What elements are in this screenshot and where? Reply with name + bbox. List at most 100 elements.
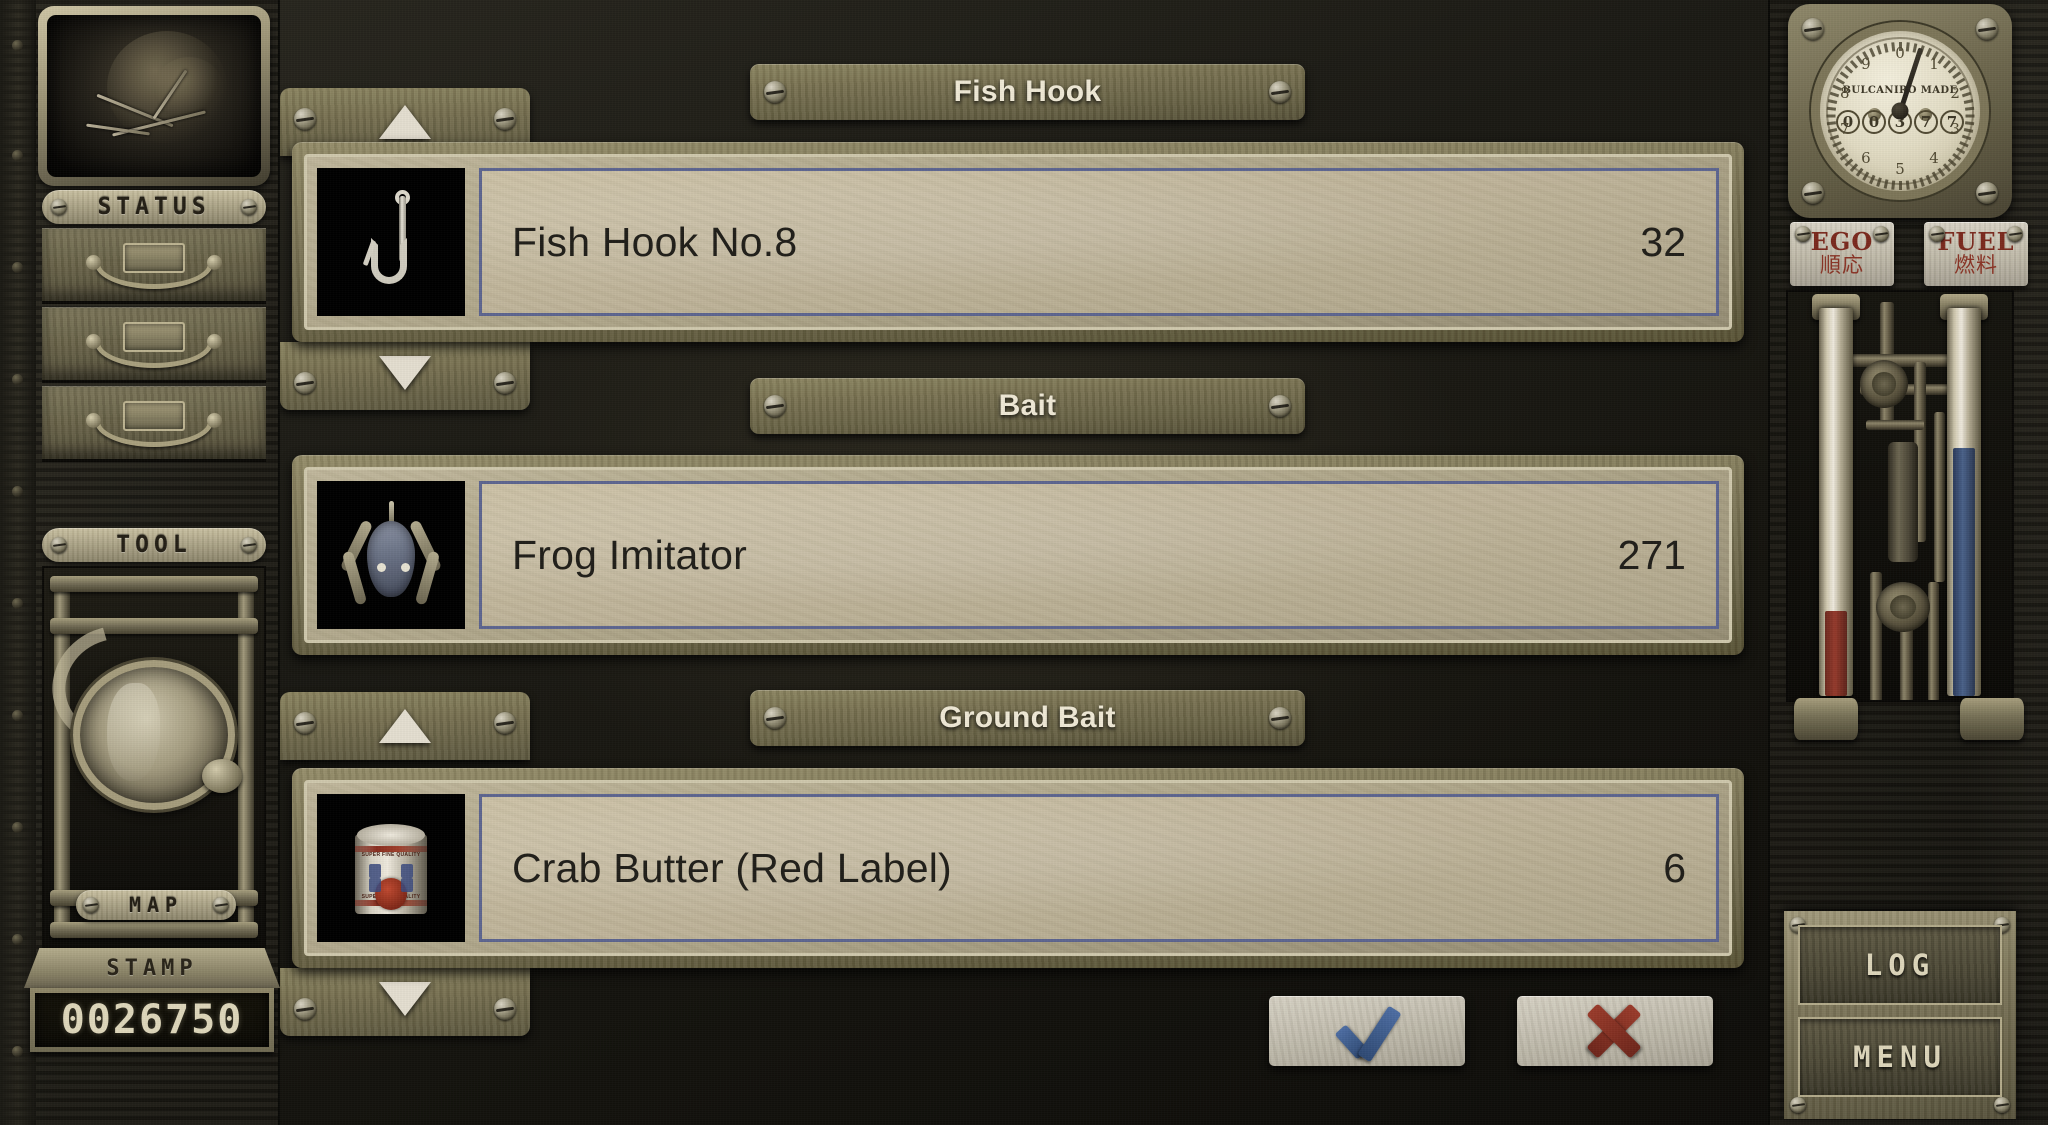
inventory-item-row[interactable]: Crab Butter (Red Label) 6: [479, 794, 1719, 942]
item-name: Frog Imitator: [512, 531, 747, 578]
tube-foot: [1960, 698, 2024, 740]
section-header-bait[interactable]: Bait: [750, 378, 1305, 434]
chevron-down-icon: [379, 356, 431, 390]
cancel-button[interactable]: [1517, 996, 1713, 1066]
gauge-dial-number: 7: [1840, 119, 1850, 138]
log-button-label: LOG: [1864, 948, 1936, 982]
drawer-handle: [95, 419, 213, 447]
gauge-tick: [1918, 177, 1925, 187]
menu-button[interactable]: MENU: [1798, 1017, 2002, 1097]
fuel-level: [1953, 447, 1975, 696]
gauge-tick: [1883, 179, 1888, 189]
section-title: Bait: [998, 389, 1057, 422]
confirm-button[interactable]: [1269, 996, 1465, 1066]
gauge-hub: [1891, 102, 1909, 120]
section-title: Ground Bait: [939, 701, 1116, 734]
screw-icon: [294, 372, 316, 394]
gauge-tick: [1890, 42, 1895, 52]
inventory-item-row[interactable]: Fish Hook No.8 32: [479, 168, 1719, 316]
screw-icon: [1802, 18, 1824, 40]
screw-icon: [494, 712, 516, 734]
ground-bait-scroll-down[interactable]: [280, 968, 530, 1036]
compass-knob: [202, 759, 242, 793]
gauge-tick: [1951, 152, 1961, 161]
inventory-item-row[interactable]: Frog Imitator 271: [479, 481, 1719, 629]
screw-icon: [241, 199, 257, 215]
log-button[interactable]: LOG: [1798, 925, 2002, 1005]
gauge-tick: [1947, 65, 1956, 74]
left-rivet-strip: [0, 0, 36, 1125]
odometer-digit: 7: [1914, 110, 1938, 135]
gauge-tick: [1839, 152, 1849, 161]
status-plaque[interactable]: STATUS: [42, 190, 266, 224]
drawer-handle: [95, 261, 213, 289]
screw-icon: [1929, 226, 1945, 242]
status-drawer-2[interactable]: [42, 307, 266, 383]
chevron-up-icon: [379, 105, 431, 139]
valve-wheel-icon: [1876, 582, 1930, 632]
gauge-tick: [1905, 42, 1910, 52]
stamp-value: 0026750: [35, 993, 269, 1047]
screw-icon: [494, 372, 516, 394]
screw-icon: [1269, 707, 1291, 729]
gauge-tick: [1855, 167, 1864, 177]
ego-label-en: EGO: [1810, 227, 1874, 257]
screw-icon: [294, 998, 316, 1020]
screw-icon: [764, 395, 786, 417]
ground-bait-scroll-up[interactable]: [280, 692, 530, 760]
close-icon: [1584, 1002, 1646, 1060]
left-sidebar: STATUS TOOL MAP STAMP 0026750: [0, 0, 280, 1125]
gauge-tick: [1861, 171, 1869, 181]
fuel-label-en: FUEL: [1937, 227, 2015, 257]
screw-icon: [294, 108, 316, 130]
status-drawer-3[interactable]: [42, 386, 266, 462]
gauge-tick: [1942, 60, 1951, 69]
fuel-gauge-tube: [1947, 308, 1981, 696]
ground-bait-list-panel: SUPER FINE QUALITY SUPER FINE QUALITY Cr…: [292, 768, 1744, 968]
tool-map-box[interactable]: MAP: [42, 566, 266, 948]
gauge-tick: [1844, 158, 1853, 167]
gauge-dial-number: 8: [1840, 84, 1850, 103]
gauge-tick: [1931, 171, 1939, 181]
gauge-tick: [1958, 141, 1969, 148]
gauge-dial-number: 9: [1861, 55, 1871, 74]
gauge-tick: [1964, 121, 1974, 126]
gauge-brand: BULCANIRO MADE: [1842, 85, 1958, 97]
fish-hook-scroll-down[interactable]: [280, 342, 530, 410]
gauge-dial-number: 2: [1950, 84, 1960, 103]
gauge-tick: [1905, 180, 1910, 190]
status-label: STATUS: [97, 194, 211, 220]
check-icon: [1330, 1003, 1404, 1059]
gauge-tick: [1925, 174, 1932, 185]
section-header-ground-bait[interactable]: Ground Bait: [750, 690, 1305, 746]
item-quantity: 32: [1640, 218, 1686, 265]
item-quantity: 6: [1663, 844, 1686, 891]
fish-hook-icon: [317, 168, 465, 316]
map-plaque[interactable]: MAP: [76, 890, 236, 920]
screw-icon: [1873, 226, 1889, 242]
tool-plaque[interactable]: TOOL: [42, 528, 266, 562]
character-portrait-frame[interactable]: [38, 6, 270, 186]
can-icon: SUPER FINE QUALITY SUPER FINE QUALITY: [317, 794, 465, 942]
gauge-tick: [1826, 106, 1836, 111]
section-header-fish-hook[interactable]: Fish Hook: [750, 64, 1305, 120]
status-drawer-1[interactable]: [42, 228, 266, 304]
gauge-tick: [1964, 106, 1974, 111]
gauge-tick: [1831, 141, 1842, 148]
screw-icon: [1269, 395, 1291, 417]
gauge-tick: [1839, 71, 1849, 80]
gauge-tick: [1883, 43, 1888, 53]
gauge-dial-number: 1: [1929, 55, 1939, 74]
screw-icon: [1976, 182, 1998, 204]
menu-button-label: MENU: [1853, 1040, 1947, 1074]
valve-wheel-icon: [1860, 360, 1908, 408]
gauge-tick: [1898, 181, 1902, 190]
stamp-header: STAMP: [24, 948, 280, 988]
gauge-tick: [1963, 99, 1973, 104]
gauge-tick: [1826, 114, 1835, 118]
gauge-tick: [1827, 99, 1837, 104]
gauge-tick: [1849, 60, 1858, 69]
screw-icon: [51, 199, 67, 215]
fuel-meter-plate: FUEL 燃料: [1924, 222, 2028, 286]
screw-icon: [494, 108, 516, 130]
